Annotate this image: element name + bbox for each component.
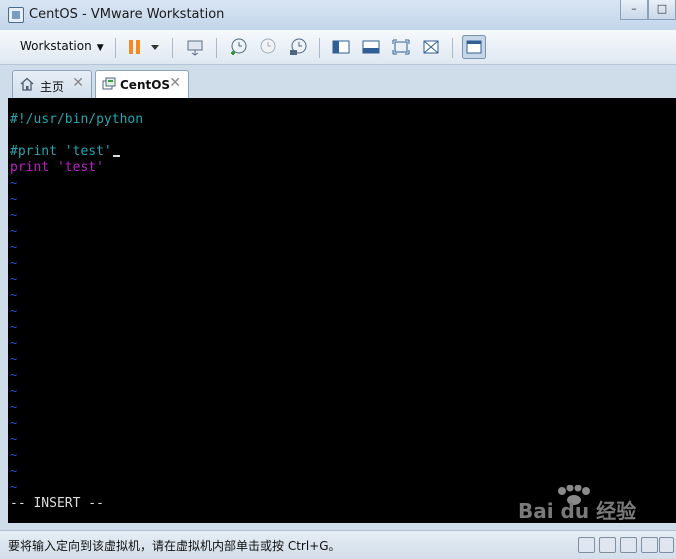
toolbar-separator (172, 38, 173, 58)
pause-icon[interactable] (125, 37, 145, 57)
power-menu-chevron-icon[interactable] (148, 37, 162, 57)
empty-line-tilde: ~ (10, 368, 18, 382)
print-keyword: print (10, 160, 50, 175)
vim-mode-indicator: -- INSERT -- (10, 496, 104, 511)
toolbar-separator (216, 38, 217, 58)
close-icon[interactable]: ✕ (72, 75, 84, 91)
close-icon[interactable]: ✕ (169, 75, 181, 91)
hard-disk-icon[interactable] (578, 537, 595, 553)
comment-text: #print 'test' (10, 144, 112, 159)
empty-line-tilde: ~ (10, 224, 18, 238)
tab-centos-label: CentOS (120, 78, 171, 92)
window-title: CentOS - VMware Workstation (29, 7, 225, 22)
baidu-watermark: Bai du 经验 (518, 485, 638, 525)
snapshot-manager-icon[interactable] (288, 37, 308, 57)
unity-icon[interactable] (421, 37, 441, 57)
empty-line-tilde: ~ (10, 416, 18, 430)
empty-line-tilde: ~ (10, 208, 18, 222)
tab-home-label: 主页 (40, 80, 65, 94)
empty-line-tilde: ~ (10, 288, 18, 302)
network-adapter-icon[interactable] (620, 537, 637, 553)
toolbar-separator (452, 38, 453, 58)
empty-line-tilde: ~ (10, 240, 18, 254)
full-screen-icon[interactable] (391, 37, 411, 57)
empty-line-tilde: ~ (10, 352, 18, 366)
console-view-icon[interactable] (462, 35, 486, 59)
print-line: print 'test' (10, 160, 104, 175)
vm-console[interactable]: #!/usr/bin/python #print 'test' print 't… (8, 98, 676, 523)
empty-line-tilde: ~ (10, 304, 18, 318)
empty-line-tilde: ~ (10, 272, 18, 286)
empty-line-tilde: ~ (10, 256, 18, 270)
toolbar: Workstation ▼ (0, 30, 676, 65)
home-icon (20, 77, 34, 91)
title-bar: CentOS - VMware Workstation – □ (0, 0, 676, 30)
workstation-menu-button[interactable]: Workstation ▼ (20, 39, 104, 53)
show-library-icon[interactable] (331, 37, 351, 57)
minimize-button[interactable]: – (620, 0, 648, 20)
snapshot-revert-icon[interactable] (258, 37, 278, 57)
workstation-menu-label: Workstation (20, 39, 92, 53)
empty-line-tilde: ~ (10, 432, 18, 446)
send-keys-icon[interactable] (185, 37, 205, 57)
status-bar: 要将输入定向到该虚拟机，请在虚拟机内部单击或按 Ctrl+G。 (0, 530, 676, 559)
vmware-app-icon (8, 7, 24, 23)
cd-drive-icon[interactable] (599, 537, 616, 553)
message-icon[interactable] (659, 537, 674, 553)
empty-line-tilde: ~ (10, 336, 18, 350)
empty-line-tilde: ~ (10, 448, 18, 462)
tab-home[interactable]: 主页 ✕ (12, 70, 92, 98)
maximize-button[interactable]: □ (648, 0, 676, 20)
print-string: 'test' (56, 160, 104, 175)
empty-line-tilde: ~ (10, 176, 18, 190)
empty-line-tilde: ~ (10, 480, 18, 494)
status-message: 要将输入定向到该虚拟机，请在虚拟机内部单击或按 Ctrl+G。 (8, 539, 341, 553)
chevron-down-icon: ▼ (96, 43, 104, 53)
watermark-text: Bai du 经验 (518, 499, 637, 523)
toolbar-separator (115, 38, 116, 58)
comment-line: #print 'test' (10, 144, 120, 159)
tab-centos[interactable]: CentOS ✕ (95, 70, 189, 99)
printer-icon[interactable] (641, 537, 658, 553)
vm-icon (102, 77, 116, 90)
empty-line-tilde: ~ (10, 464, 18, 478)
empty-line-tilde: ~ (10, 192, 18, 206)
empty-line-tilde: ~ (10, 320, 18, 334)
toolbar-separator (319, 38, 320, 58)
window-controls: – □ (620, 0, 676, 20)
text-cursor (112, 155, 120, 157)
shebang-line: #!/usr/bin/python (10, 112, 144, 127)
show-thumbnail-bar-icon[interactable] (361, 37, 381, 57)
empty-line-tilde: ~ (10, 384, 18, 398)
empty-line-tilde: ~ (10, 400, 18, 414)
snapshot-take-icon[interactable] (228, 37, 248, 57)
tab-bar: 主页 ✕ CentOS ✕ (0, 65, 676, 99)
